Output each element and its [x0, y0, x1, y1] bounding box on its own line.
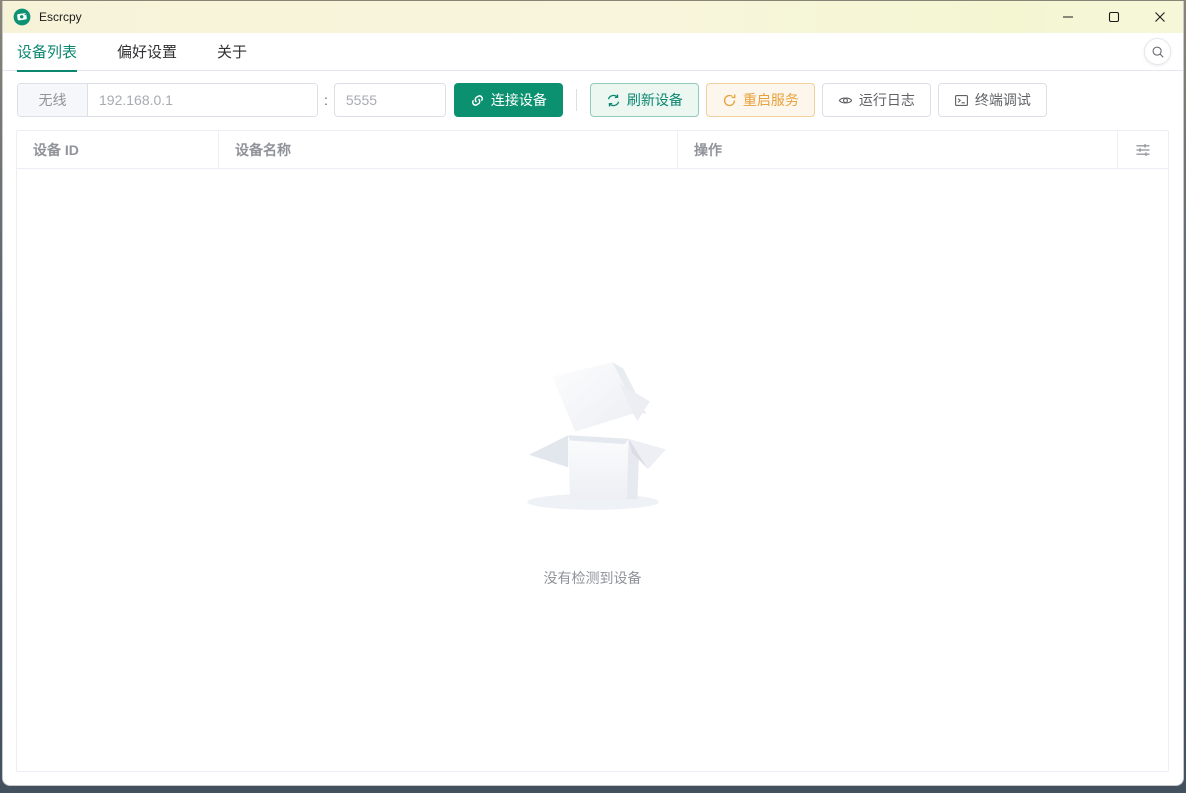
- refresh-icon: [606, 93, 621, 108]
- titlebar[interactable]: Escrcpy: [3, 1, 1183, 33]
- escrcpy-window: Escrcpy 设备列表 偏好设置 关于 无线 192.168.0.1: 55…: [2, 1, 1184, 786]
- ip-input-group: 无线: [17, 83, 318, 117]
- connection-toolbar: 无线 : 连接设备 刷新设备: [3, 71, 1183, 117]
- column-settings-button[interactable]: [1135, 142, 1151, 158]
- tab-preferences[interactable]: 偏好设置: [117, 33, 177, 71]
- terminal-debug-button[interactable]: 终端调试: [937, 83, 1047, 117]
- tab-device-list[interactable]: 设备列表: [17, 33, 78, 72]
- ip-input[interactable]: [88, 84, 317, 116]
- empty-state: 没有检测到设备: [513, 169, 673, 588]
- terminal-icon: [954, 93, 969, 108]
- tab-about[interactable]: 关于: [217, 33, 247, 71]
- table-header: 设备 ID 设备名称 操作: [17, 131, 1168, 169]
- refresh-devices-label: 刷新设备: [626, 92, 683, 108]
- run-logs-button[interactable]: 运行日志: [821, 83, 931, 117]
- toolbar-divider: [575, 89, 577, 111]
- maximize-button[interactable]: [1091, 1, 1137, 33]
- refresh-right-icon: [722, 93, 737, 108]
- empty-box-illustration: [513, 351, 673, 528]
- empty-state-text: 没有检测到设备: [543, 570, 642, 586]
- search-icon: [1151, 45, 1165, 59]
- sliders-icon: [1135, 142, 1151, 158]
- terminal-debug-label: 终端调试: [974, 92, 1031, 108]
- connection-mode-label: 无线: [18, 84, 88, 116]
- column-header-device-id: 设备 ID: [17, 131, 219, 168]
- restart-service-button[interactable]: 重启服务: [705, 83, 815, 117]
- port-input[interactable]: [333, 83, 446, 117]
- refresh-devices-button[interactable]: 刷新设备: [589, 83, 699, 117]
- run-logs-label: 运行日志: [858, 92, 915, 108]
- window-title: Escrcpy: [39, 10, 82, 24]
- column-settings-cell: [1118, 131, 1168, 168]
- tab-bar: 设备列表 偏好设置 关于: [3, 33, 1183, 72]
- column-header-device-name: 设备名称: [219, 131, 678, 168]
- connect-device-label: 连接设备: [490, 92, 547, 108]
- column-header-operations: 操作: [678, 131, 1118, 168]
- table-body: 没有检测到设备: [17, 169, 1168, 771]
- connect-device-button[interactable]: 连接设备: [453, 83, 563, 117]
- close-button[interactable]: [1137, 1, 1183, 33]
- ip-port-separator: :: [324, 92, 328, 108]
- search-button[interactable]: [1144, 38, 1171, 65]
- window-controls: [1045, 1, 1183, 33]
- minimize-button[interactable]: [1045, 1, 1091, 33]
- link-icon: [470, 93, 485, 108]
- app-logo-icon: [13, 8, 31, 26]
- restart-service-label: 重启服务: [742, 92, 799, 108]
- device-table: 设备 ID 设备名称 操作 没有检测到设备: [16, 130, 1169, 772]
- eye-icon: [838, 93, 853, 108]
